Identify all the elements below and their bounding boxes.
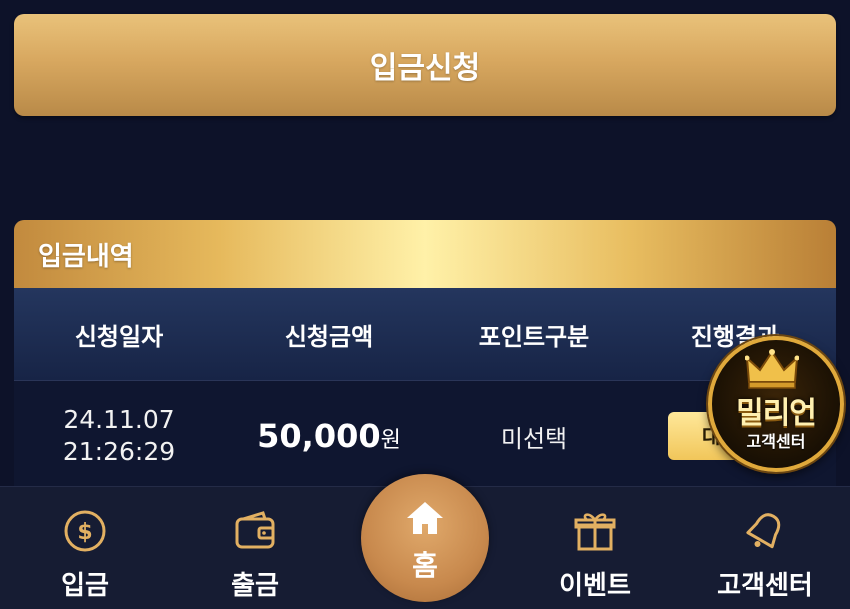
- deposit-request-button[interactable]: 입금신청: [14, 14, 836, 116]
- bell-icon: [746, 513, 781, 549]
- nav-withdraw[interactable]: 출금: [170, 487, 340, 609]
- request-date-cell: 24.11.07 21:26:29: [14, 404, 224, 468]
- nav-home-button[interactable]: 홈: [361, 474, 489, 602]
- deposit-history-title: 입금내역: [14, 220, 836, 288]
- brand-logo-text: 밀리언: [736, 396, 817, 431]
- home-icon: [407, 502, 443, 534]
- nav-withdraw-label: 출금: [231, 571, 279, 601]
- column-header-point-type: 포인트구분: [478, 322, 590, 351]
- nav-deposit-label: 입금: [61, 571, 109, 601]
- currency-unit: 원: [380, 428, 401, 453]
- request-amount: 50,000: [257, 417, 381, 455]
- column-header-amount: 신청금액: [284, 322, 374, 351]
- request-time: 21:26:29: [62, 437, 176, 466]
- dollar-coin-icon: $: [64, 510, 106, 552]
- request-date: 24.11.07: [63, 405, 175, 434]
- wallet-icon: [235, 511, 275, 549]
- nav-deposit[interactable]: $ 입금: [0, 487, 170, 609]
- nav-event-label: 이벤트: [559, 571, 631, 601]
- column-header-date: 신청일자: [74, 322, 164, 351]
- request-amount-cell: 50,000원: [224, 417, 434, 455]
- point-type-cell: 미선택: [500, 424, 568, 453]
- gift-icon: [574, 513, 616, 551]
- table-header: 신청일자 신청금액 포인트구분 진행결과: [14, 288, 836, 381]
- nav-customer-center-label: 고객센터: [717, 571, 813, 601]
- nav-home-label: 홈: [412, 549, 438, 582]
- nav-event[interactable]: 이벤트: [510, 487, 680, 609]
- svg-text:$: $: [77, 520, 92, 545]
- crown-icon: [745, 349, 799, 389]
- nav-customer-center[interactable]: 고객센터: [680, 487, 850, 609]
- customer-center-badge[interactable]: 밀리언 고객센터: [708, 336, 844, 472]
- customer-center-label: 고객센터: [746, 432, 806, 451]
